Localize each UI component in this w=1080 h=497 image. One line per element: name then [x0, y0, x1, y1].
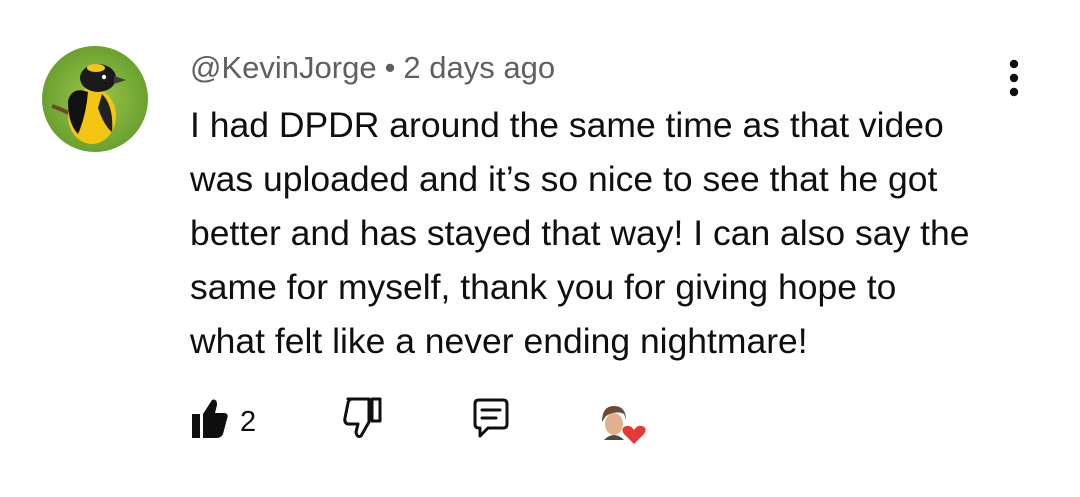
author-avatar[interactable] — [42, 46, 148, 152]
like-button[interactable]: 2 — [190, 396, 256, 445]
comment-header: @KevinJorge • 2 days ago — [190, 48, 555, 88]
creator-heart-icon — [599, 406, 646, 444]
author-handle[interactable]: @KevinJorge — [190, 50, 377, 85]
header-separator: • — [384, 50, 396, 85]
like-count: 2 — [240, 406, 257, 438]
comment: @KevinJorge • 2 days ago I had DPDR around… — [0, 0, 1080, 497]
dislike-button[interactable] — [342, 396, 382, 445]
comment-text-line: better and has stayed that way! I can al… — [190, 213, 970, 253]
comment-text-line: I had DPDR around the same time as that … — [190, 105, 944, 145]
comment-timestamp[interactable]: 2 days ago — [403, 50, 555, 85]
bird-avatar-icon — [42, 46, 148, 152]
comment-text: I had DPDR around the same time as that … — [190, 98, 1010, 368]
comment-text-line: was uploaded and it’s so nice to see tha… — [190, 159, 938, 199]
comment-text-line: same for myself, thank you for giving ho… — [190, 267, 897, 307]
more-vert-icon — [1009, 59, 1019, 97]
thumb-down-outline-icon — [343, 397, 382, 438]
comment-text-line: what felt like a never ending nightmare! — [190, 321, 808, 361]
creator-heart — [596, 400, 650, 453]
reply-button[interactable] — [470, 396, 510, 445]
comment-icon — [473, 398, 509, 438]
comment-menu-button[interactable] — [996, 58, 1032, 98]
thumb-up-filled-icon — [192, 399, 228, 438]
